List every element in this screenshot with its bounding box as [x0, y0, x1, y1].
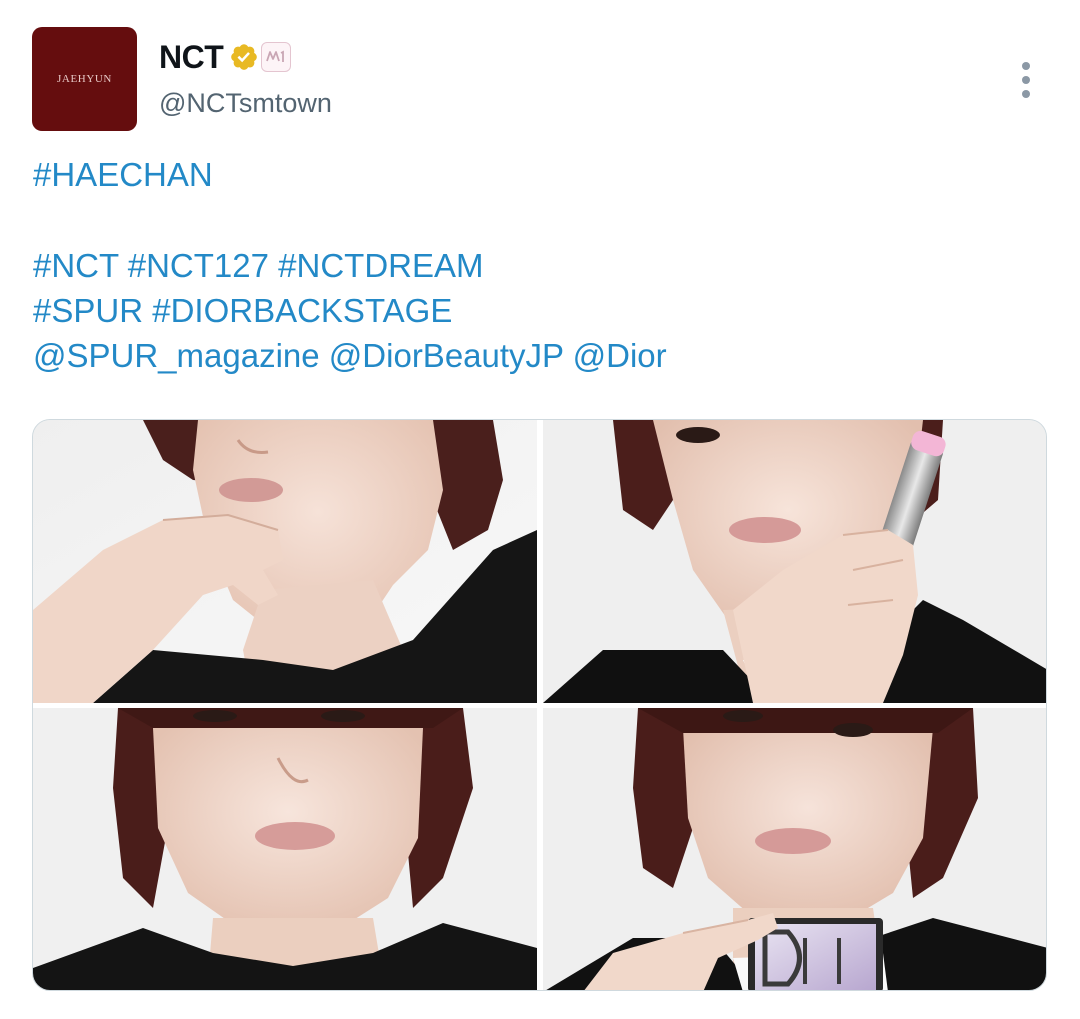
photo-2[interactable]: [543, 420, 1046, 703]
mention-diorbeautyjp[interactable]: @DiorBeautyJP: [329, 337, 564, 374]
tweet-text-line-1: #HAECHAN: [33, 152, 213, 197]
portrait-image: [33, 708, 537, 990]
author-handle[interactable]: @NCTsmtown: [159, 88, 332, 119]
display-name[interactable]: NCT: [159, 39, 224, 76]
hashtag-nct127[interactable]: #NCT127: [128, 247, 269, 284]
more-dot: [1022, 90, 1030, 98]
hashtag-nct[interactable]: #NCT: [33, 247, 119, 284]
tweet-text-line-3: #SPUR #DIORBACKSTAGE: [33, 288, 452, 333]
hashtag-haechan[interactable]: #HAECHAN: [33, 156, 213, 193]
more-dot: [1022, 62, 1030, 70]
portrait-image: [543, 420, 1046, 703]
photo-4[interactable]: [543, 708, 1046, 990]
hashtag-diorbackstage[interactable]: #DIORBACKSTAGE: [152, 292, 452, 329]
photo-1[interactable]: [33, 420, 537, 703]
tweet-text-line-2: #NCT #NCT127 #NCTDREAM: [33, 243, 484, 288]
more-dot: [1022, 76, 1030, 84]
avatar[interactable]: JAEHYUN: [32, 27, 137, 131]
affiliate-badge-icon[interactable]: [261, 42, 292, 72]
mention-dior[interactable]: @Dior: [573, 337, 667, 374]
portrait-image: [33, 420, 537, 703]
verified-badge-icon[interactable]: [229, 42, 259, 72]
avatar-text: JAEHYUN: [57, 73, 112, 85]
hashtag-spur[interactable]: #SPUR: [33, 292, 143, 329]
author-name-row: NCT: [159, 38, 292, 76]
mention-spur-magazine[interactable]: @SPUR_magazine: [33, 337, 320, 374]
more-options-icon[interactable]: [1006, 55, 1046, 105]
hashtag-nctdream[interactable]: #NCTDREAM: [278, 247, 483, 284]
photo-3[interactable]: [33, 708, 537, 990]
media-grid: [32, 419, 1047, 991]
portrait-image: [543, 708, 1046, 990]
grid-divider-horizontal: [33, 703, 1046, 708]
tweet-text-line-4: @SPUR_magazine @DiorBeautyJP @Dior: [33, 333, 667, 378]
